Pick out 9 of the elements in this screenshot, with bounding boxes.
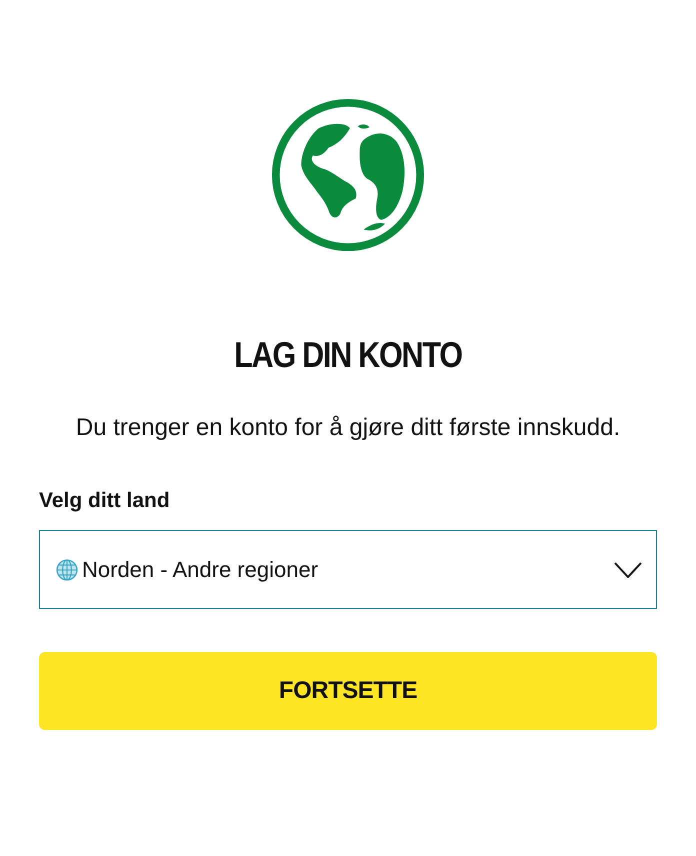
select-value: Norden - Andre regioner	[82, 556, 320, 582]
country-label: Velg ditt land	[39, 488, 171, 514]
globe-icon	[56, 558, 78, 580]
description-text: Du trenger en konto for å gjøre ditt første innskudd.	[74, 413, 622, 443]
page-title: LAG DIN KONTO	[234, 333, 462, 377]
chevron-down-icon	[614, 562, 642, 578]
globe-logo-icon	[270, 97, 426, 253]
country-select[interactable]: Norden - Andre regioner	[39, 530, 657, 609]
continue-button[interactable]: FORTSETTE	[39, 652, 657, 730]
